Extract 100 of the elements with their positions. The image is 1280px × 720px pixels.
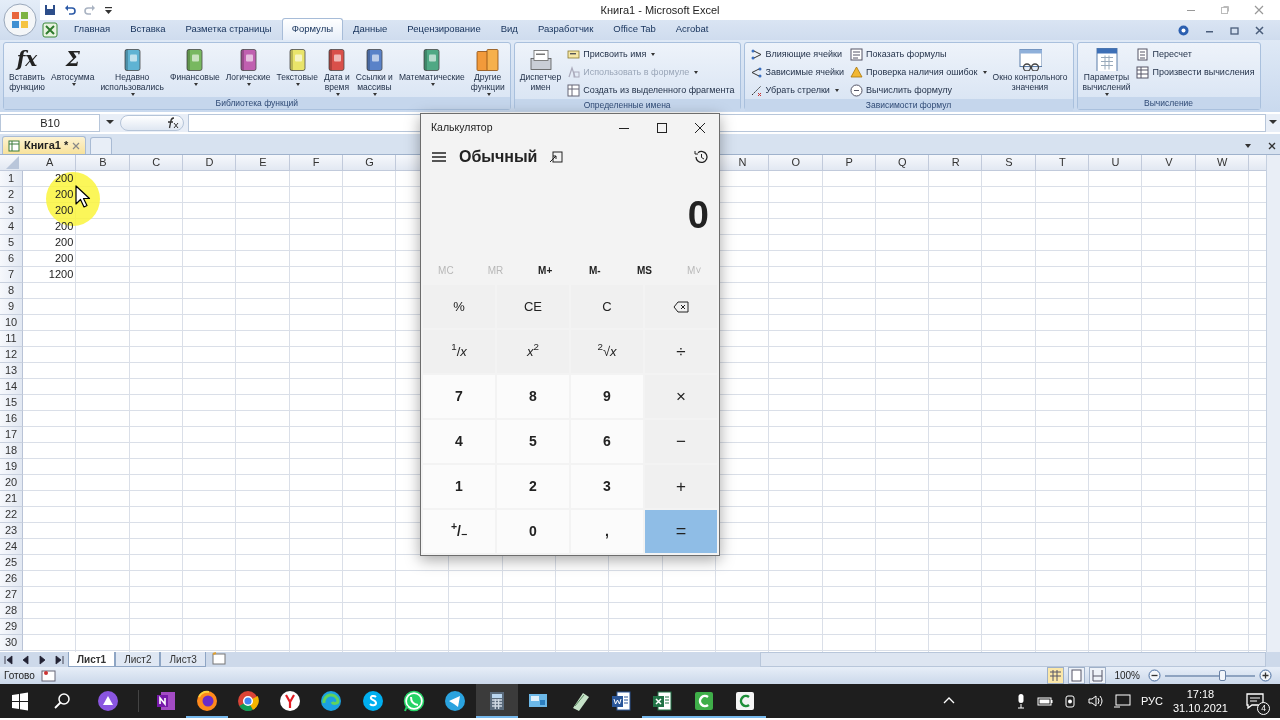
ribbon-tab[interactable]: Вид [490, 17, 528, 40]
ribbon-tab[interactable]: Office Tab [603, 17, 666, 40]
memory-button[interactable]: M- [570, 257, 620, 283]
ribbon-button[interactable]: Проверка наличия ошибок [848, 64, 989, 81]
language-indicator[interactable]: РУС [1140, 692, 1163, 710]
row-header[interactable]: 22 [0, 507, 23, 523]
ribbon-tab[interactable]: Разметка страницы [175, 17, 282, 40]
row-header[interactable]: 30 [0, 635, 23, 651]
start-icon[interactable] [9, 690, 31, 712]
column-header[interactable]: G [342, 155, 397, 170]
column-header[interactable]: V [1142, 155, 1196, 170]
history-icon[interactable] [693, 149, 709, 165]
view-button[interactable] [1047, 667, 1065, 684]
taskbar-app-button[interactable] [476, 684, 518, 718]
zoom-slider-thumb[interactable] [1218, 669, 1226, 681]
memory-button[interactable]: M+ [520, 257, 570, 283]
notification-button[interactable]: 4 [1238, 684, 1272, 718]
column-header[interactable]: E [236, 155, 290, 170]
last-sheet-icon[interactable] [55, 654, 64, 665]
ribbon-button[interactable]: Влияющие ячейки [747, 46, 847, 63]
ribbon-button[interactable]: Окно контрольного значения [990, 45, 1070, 93]
ribbon-button[interactable]: Пересчет [1134, 46, 1257, 63]
column-header[interactable]: P [822, 155, 876, 170]
row-header[interactable]: 24 [0, 539, 23, 555]
calculator-key[interactable]: 3 [571, 465, 643, 508]
column-header[interactable]: R [929, 155, 983, 170]
row-header[interactable]: 21 [0, 491, 23, 507]
battery-icon[interactable] [1036, 695, 1053, 707]
ribbon-tab[interactable]: Разработчик [527, 17, 604, 40]
ribbon-tab[interactable]: Acrobat [665, 17, 719, 40]
calculator-key[interactable]: 7 [423, 375, 495, 418]
row-header[interactable]: 27 [0, 587, 23, 603]
sheet-tab[interactable]: Лист2 [115, 652, 161, 667]
ribbon-tab[interactable]: Формулы [281, 17, 343, 40]
workbook-tab[interactable]: Книга1 * [2, 136, 87, 154]
calculator-key[interactable]: 6 [571, 420, 643, 463]
calculator-key[interactable]: 8 [497, 375, 569, 418]
save-icon[interactable] [44, 4, 56, 16]
memory-button[interactable]: MS [619, 257, 670, 283]
ribbon-button[interactable]: Другие функции [468, 45, 507, 96]
row-header[interactable]: 17 [0, 427, 23, 443]
ribbon-button[interactable]: Зависимые ячейки [747, 64, 847, 81]
calculator-key[interactable]: , [571, 510, 643, 553]
insert-function-button[interactable] [120, 115, 184, 131]
help-icon[interactable] [1178, 25, 1189, 36]
row-header[interactable]: 23 [0, 523, 23, 539]
customize-icon[interactable] [104, 4, 113, 16]
row-header[interactable]: 12 [0, 347, 23, 363]
column-header[interactable]: U [1088, 155, 1143, 170]
row-header[interactable]: 14 [0, 379, 23, 395]
ribbon-button[interactable]: fx Вставить функцию [7, 45, 48, 93]
row-header[interactable]: 20 [0, 475, 23, 491]
menu-icon[interactable] [431, 151, 447, 163]
row-header[interactable]: 2 [0, 187, 23, 203]
ribbon-button[interactable]: Диспетчер имен [517, 45, 564, 93]
caret-icon[interactable] [1244, 142, 1252, 150]
speaker-icon[interactable] [1086, 694, 1103, 708]
vertical-scrollbar[interactable] [1266, 155, 1280, 652]
ribbon-button[interactable]: Ссылки и массивы [353, 45, 395, 96]
column-header[interactable]: O [769, 155, 823, 170]
calculator-key[interactable]: 1 [423, 465, 495, 508]
column-header[interactable]: N [715, 155, 770, 170]
first-sheet-icon[interactable] [4, 654, 13, 665]
row-header[interactable]: 13 [0, 363, 23, 379]
column-header[interactable]: B [76, 155, 130, 170]
row-header[interactable]: 3 [0, 203, 23, 219]
row-header[interactable]: 8 [0, 283, 23, 299]
ribbon-button[interactable]: Произвести вычисления [1134, 64, 1257, 81]
column-header[interactable]: C [129, 155, 183, 170]
clock-time[interactable]: 17:18 [1186, 686, 1215, 701]
ribbon-button[interactable]: Показать формулы [848, 46, 989, 63]
column-header[interactable]: F [289, 155, 343, 170]
row-header[interactable]: 1 [0, 171, 23, 187]
ribbon-button[interactable]: Убрать стрелки [747, 82, 847, 99]
row-header[interactable]: 6 [0, 251, 23, 267]
row-header[interactable]: 25 [0, 555, 23, 571]
close-icon[interactable] [1255, 26, 1264, 35]
ribbon-button[interactable]: Недавно использовались [98, 45, 166, 96]
row-header[interactable]: 10 [0, 315, 23, 331]
calculator-key[interactable]: 4 [423, 420, 495, 463]
row-header[interactable]: 11 [0, 331, 23, 347]
undo-icon[interactable] [64, 4, 76, 16]
ribbon-button[interactable]: Дата и время [321, 45, 352, 96]
zoom-in-icon[interactable] [1259, 669, 1272, 682]
device-icon[interactable] [1062, 693, 1077, 709]
sheet-tab[interactable]: Лист1 [68, 652, 116, 667]
office-button[interactable] [3, 3, 37, 37]
column-header[interactable]: S [982, 155, 1036, 170]
row-header[interactable]: 4 [0, 219, 23, 235]
keep-on-top-icon[interactable] [549, 151, 564, 163]
calculator-key[interactable]: 5 [497, 420, 569, 463]
row-header[interactable]: 26 [0, 571, 23, 587]
column-header[interactable]: Q [875, 155, 930, 170]
row-header[interactable]: 5 [0, 235, 23, 251]
row-header[interactable]: 29 [0, 619, 23, 635]
ribbon-tab[interactable]: Главная [64, 17, 121, 40]
row-header[interactable]: 19 [0, 459, 23, 475]
calculator-key[interactable]: $^{+}$/$_{−}$ [423, 510, 495, 553]
ribbon-button[interactable]: Создать из выделенного фрагмента [565, 82, 737, 99]
record-macro-icon[interactable] [40, 669, 57, 682]
